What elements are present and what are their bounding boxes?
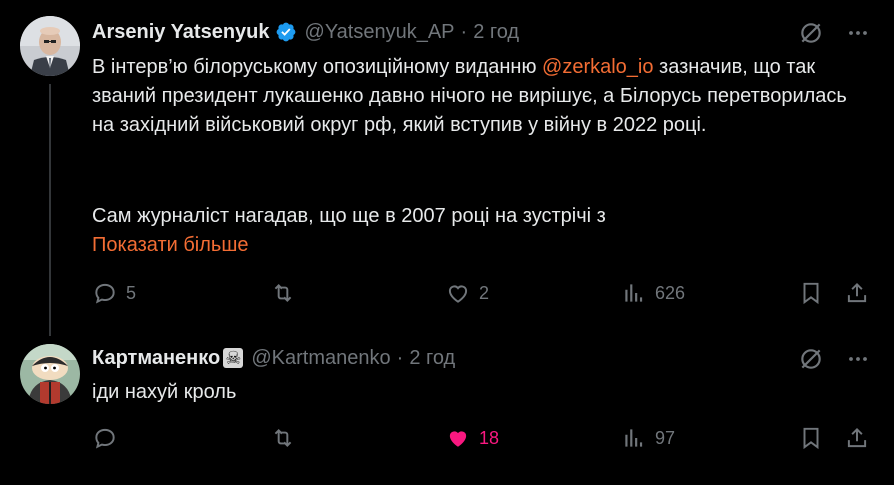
views-button[interactable]: 626 [621, 280, 685, 306]
tweet-text-part: В інтерв’ю білоруському опозиційному вид… [92, 56, 543, 78]
separator-dot: · [460, 20, 468, 43]
mention-link[interactable]: @zerkalo_io [542, 56, 653, 78]
views-icon [625, 284, 643, 302]
bookmark-button[interactable] [798, 280, 824, 306]
reply-button[interactable] [92, 425, 118, 451]
share-button[interactable] [844, 425, 870, 451]
verified-badge-icon[interactable] [275, 21, 297, 43]
tweet-header: Картманенко ☠ @Kartmanenko · 2 год [92, 346, 455, 370]
thread-line [49, 84, 51, 336]
retweet-icon [274, 284, 292, 302]
reply-icon [95, 283, 115, 304]
avatar[interactable] [20, 344, 80, 404]
tweet-main[interactable]: Arseniy Yatsenyuk @Yatsenyuk_AP · 2 год … [0, 0, 894, 336]
like-icon [448, 285, 468, 303]
action-bar: 5 2 626 [92, 280, 874, 308]
bookmark-button[interactable] [798, 425, 824, 451]
views-count: 626 [655, 282, 686, 303]
more-icon[interactable] [846, 21, 870, 45]
retweet-button[interactable] [270, 280, 296, 306]
retweet-icon [274, 429, 292, 447]
tweet-header: Arseniy Yatsenyuk @Yatsenyuk_AP · 2 год [92, 20, 519, 44]
retweet-button[interactable] [270, 425, 296, 451]
share-icon [847, 427, 867, 448]
reply-button[interactable]: 5 [92, 280, 136, 306]
author-handle[interactable]: @Kartmanenko [251, 347, 390, 370]
author-name[interactable]: Arseniy Yatsenyuk [92, 21, 270, 44]
action-bar: 18 97 [92, 425, 874, 453]
grok-icon[interactable] [798, 346, 824, 372]
reply-icon [95, 428, 115, 449]
more-icon[interactable] [846, 347, 870, 371]
show-more-link[interactable]: Показати більше [92, 234, 248, 257]
like-button[interactable]: 2 [445, 280, 489, 306]
avatar[interactable] [20, 16, 80, 76]
share-button[interactable] [844, 280, 870, 306]
reply-count: 5 [126, 282, 137, 303]
tweet-top-actions [798, 20, 870, 46]
views-count: 97 [655, 427, 676, 448]
share-icon [847, 282, 867, 303]
like-filled-icon [449, 431, 467, 447]
skull-crossbones-icon: ☠ [223, 348, 244, 368]
tweet-text: іди нахуй кроль [92, 381, 237, 403]
bookmark-icon [803, 282, 819, 305]
timestamp[interactable]: 2 год [473, 21, 519, 44]
author-name[interactable]: Картманенко [92, 347, 220, 370]
views-icon [625, 429, 643, 447]
separator-dot: · [396, 346, 404, 369]
tweet-text-paragraph-2: Сам журналіст нагадав, що ще в 2007 році… [92, 205, 606, 227]
author-handle[interactable]: @Yatsenyuk_AP [305, 21, 455, 44]
like-count: 18 [479, 427, 500, 448]
timestamp[interactable]: 2 год [409, 347, 455, 370]
tweet-top-actions [798, 346, 870, 372]
tweet-text: В інтерв’ю білоруському опозиційному вид… [92, 53, 852, 140]
bookmark-icon [803, 427, 819, 450]
like-count: 2 [479, 282, 490, 303]
views-button[interactable]: 97 [621, 425, 675, 451]
grok-icon[interactable] [798, 20, 824, 46]
tweet-reply[interactable]: Картманенко ☠ @Kartmanenko · 2 год іди н… [0, 336, 894, 485]
like-button[interactable]: 18 [445, 425, 499, 451]
